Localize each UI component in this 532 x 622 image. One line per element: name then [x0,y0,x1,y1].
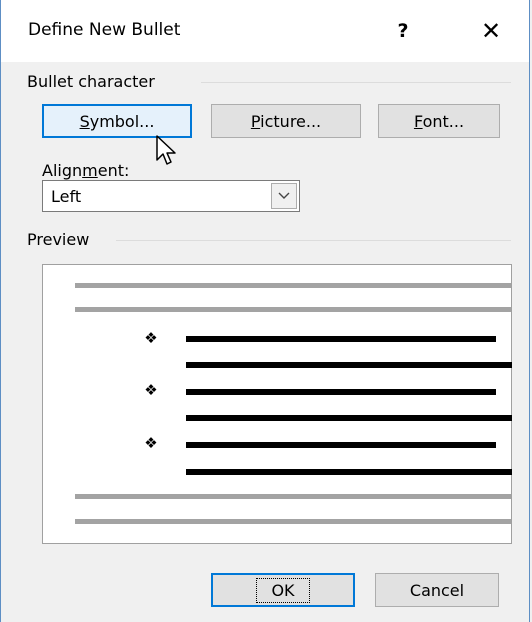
ok-button-label: OK [256,577,310,603]
symbol-button[interactable]: Symbol... [42,104,192,138]
bullet-glyph: ❖ [144,381,158,399]
preview-text-line [75,519,511,524]
define-new-bullet-dialog: Define New Bullet ? ✕ Bullet character S… [0,0,530,622]
preview-text-line [75,494,511,499]
picture-button-label: Picture... [250,111,322,131]
preview-text-line [75,307,511,312]
bullet-preview: ❖ ❖ ❖ [42,264,512,544]
alignment-select[interactable]: Left [42,180,300,212]
alignment-label: Alignment: [42,161,130,180]
preview-bullet-line [186,362,512,368]
chevron-down-icon[interactable] [271,183,297,209]
group-divider [116,240,511,241]
help-button[interactable]: ? [389,16,417,46]
preview-bullet-line [186,469,512,475]
font-button-label: Font... [413,111,465,131]
preview-bullet-line [186,415,512,421]
font-button[interactable]: Font... [378,104,500,138]
ok-button[interactable]: OK [211,573,355,607]
cancel-button-label: Cancel [409,580,465,600]
alignment-value: Left [51,187,82,206]
bullet-glyph: ❖ [144,329,158,347]
close-button[interactable]: ✕ [471,14,511,48]
picture-button[interactable]: Picture... [211,104,361,138]
preview-bullet-line [186,442,496,448]
preview-text-line [75,283,511,288]
preview-bullet-line [186,389,496,395]
preview-bullet-line [186,336,496,342]
mouse-pointer-icon [156,135,176,165]
symbol-button-label: Symbol... [79,111,155,131]
bullet-character-group-label: Bullet character [27,72,155,91]
preview-group-label: Preview [27,230,90,249]
cancel-button[interactable]: Cancel [375,573,499,607]
title-bar: Define New Bullet ? ✕ [1,0,529,62]
bullet-glyph: ❖ [144,434,158,452]
dialog-title: Define New Bullet [28,20,181,40]
group-divider [201,82,511,83]
